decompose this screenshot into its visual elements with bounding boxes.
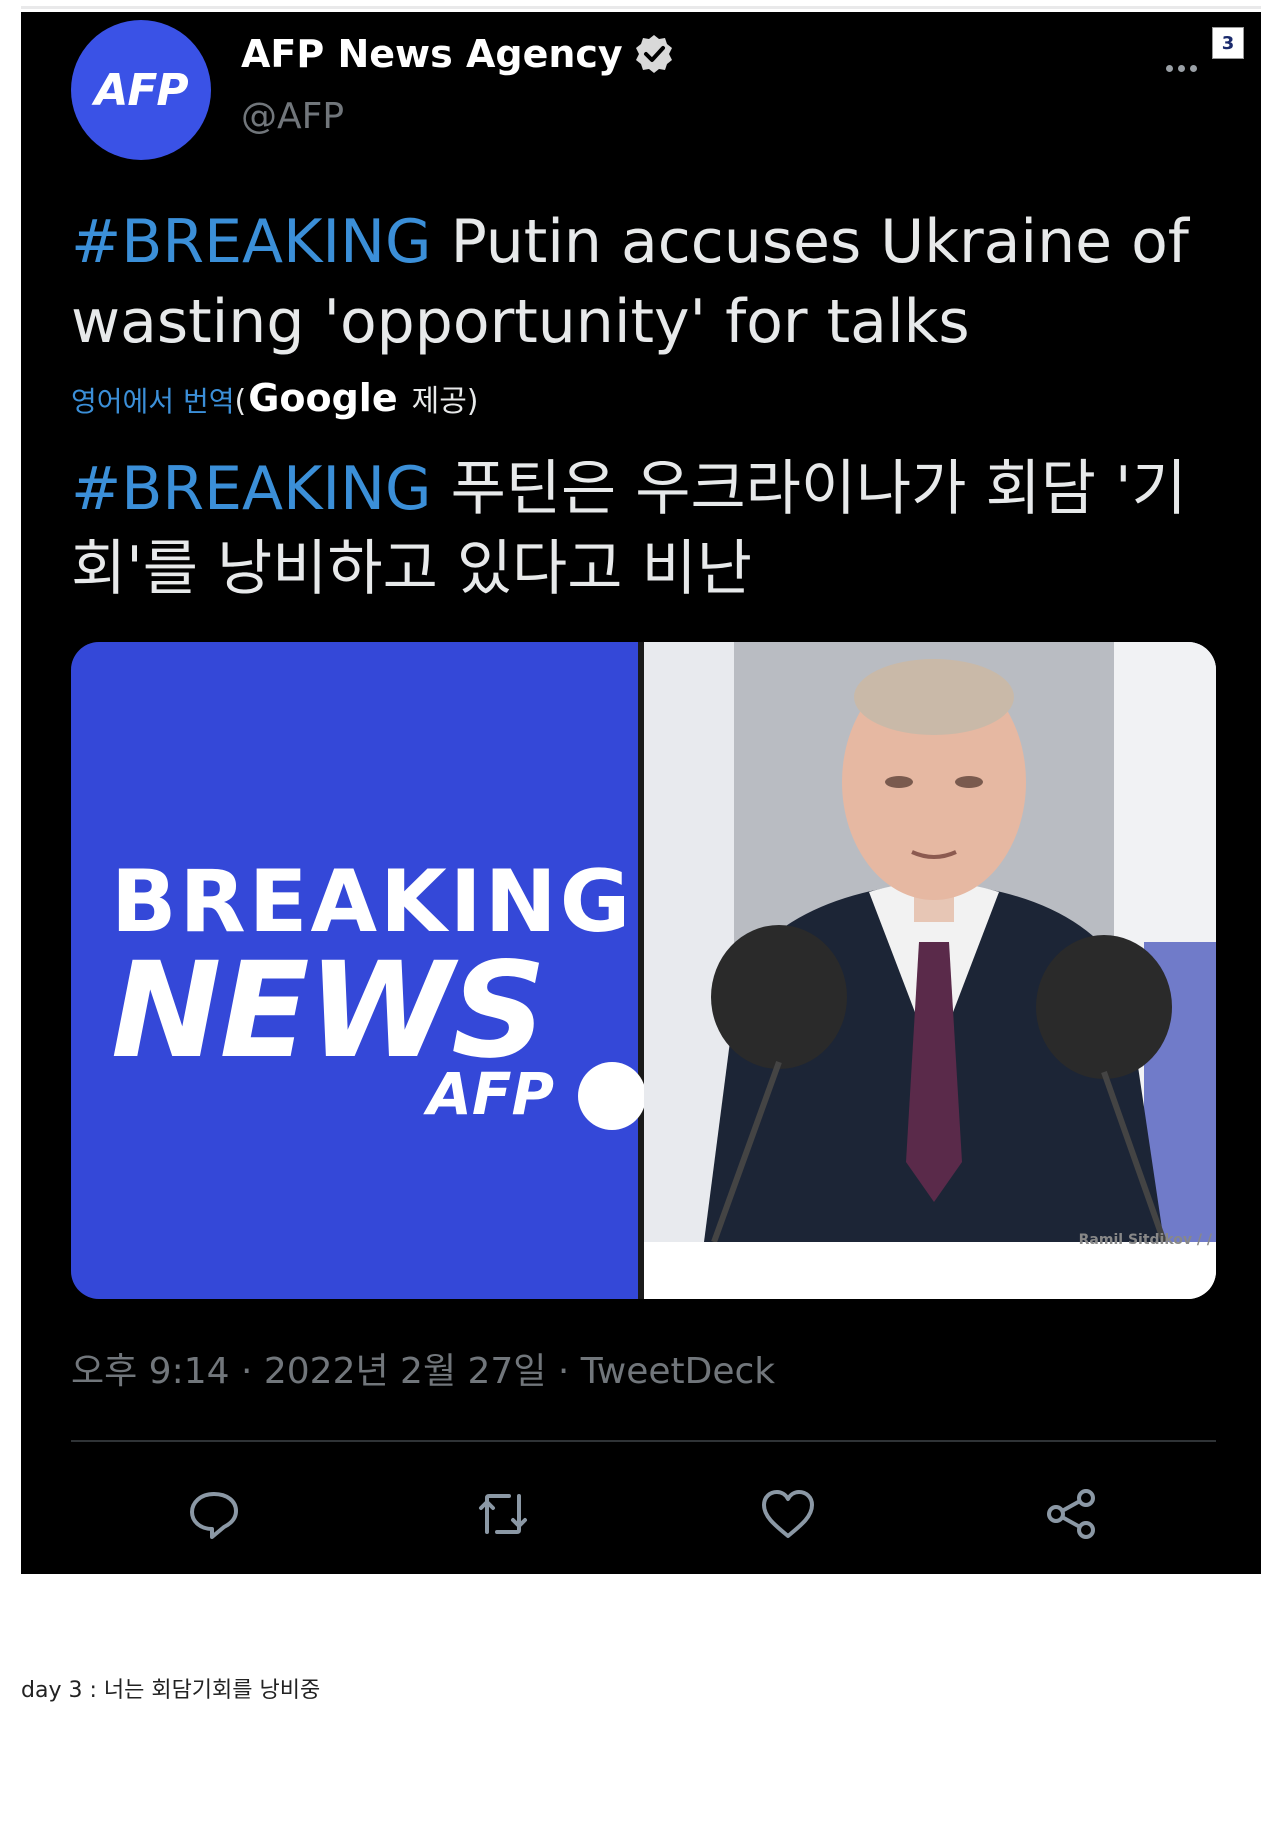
actions-divider: [71, 1440, 1216, 1442]
translation-attribution: 영어에서 번역 ( Google 제공): [71, 376, 479, 420]
tweet-actions-bar: [21, 1484, 1261, 1554]
page-number-badge: 3: [1212, 27, 1244, 59]
provided-by-text: 제공): [411, 384, 479, 419]
post-caption: day 3 : 너는 회담기회를 낭비중: [21, 1678, 321, 1703]
more-dot-icon: [1190, 64, 1197, 72]
avatar[interactable]: AFP: [71, 20, 211, 160]
user-handle[interactable]: @AFP: [241, 96, 344, 137]
share-button[interactable]: [1042, 1484, 1102, 1544]
photo-credit: Ramil Sitdikov / /: [1078, 1232, 1212, 1248]
paren-open: (: [234, 384, 247, 419]
heart-icon: [762, 1490, 814, 1538]
tweet-timestamp-source[interactable]: 오후 9:14 · 2022년 2월 27일 · TweetDeck: [71, 1342, 775, 1394]
tweet-text: #BREAKING Putin accuses Ukraine of wasti…: [71, 202, 1221, 362]
avatar-logo-text: AFP: [94, 64, 188, 116]
display-name-row[interactable]: AFP News Agency: [241, 32, 675, 76]
afp-logo-text: AFP: [427, 1060, 555, 1128]
translated-from-link[interactable]: 영어에서 번역: [71, 380, 234, 420]
verified-badge-icon: [633, 33, 675, 75]
tweet-card: AFP AFP News Agency @AFP 3 #BREAKING Put…: [21, 12, 1261, 1574]
breaking-news-graphic: BREAKING NEWS AFP: [71, 642, 646, 1299]
retweet-icon: [479, 1494, 527, 1534]
reply-icon: [190, 1492, 238, 1539]
afp-logo-dot: [578, 1062, 646, 1130]
retweet-button[interactable]: [473, 1484, 533, 1544]
translated-tweet-text: #BREAKING 푸틴은 우크라이나가 회담 '기회'를 낭비하고 있다고 비…: [71, 449, 1221, 609]
top-divider: [21, 6, 1261, 9]
speaker-photo-illustration: [644, 642, 1216, 1299]
share-icon: [1047, 1489, 1095, 1539]
more-dot-icon: [1178, 64, 1185, 72]
reply-button[interactable]: [184, 1484, 244, 1544]
speaker-photo: Ramil Sitdikov / /: [644, 642, 1216, 1299]
more-dot-icon: [1166, 64, 1173, 72]
google-logo-text: Google: [248, 376, 398, 420]
hashtag-link[interactable]: #BREAKING: [71, 207, 432, 277]
like-button[interactable]: [758, 1484, 818, 1544]
tweet-media-image[interactable]: BREAKING NEWS AFP Ramil Sitdikov / /: [71, 642, 1216, 1299]
display-name: AFP News Agency: [241, 32, 623, 76]
translated-hashtag-link[interactable]: #BREAKING: [71, 454, 432, 524]
